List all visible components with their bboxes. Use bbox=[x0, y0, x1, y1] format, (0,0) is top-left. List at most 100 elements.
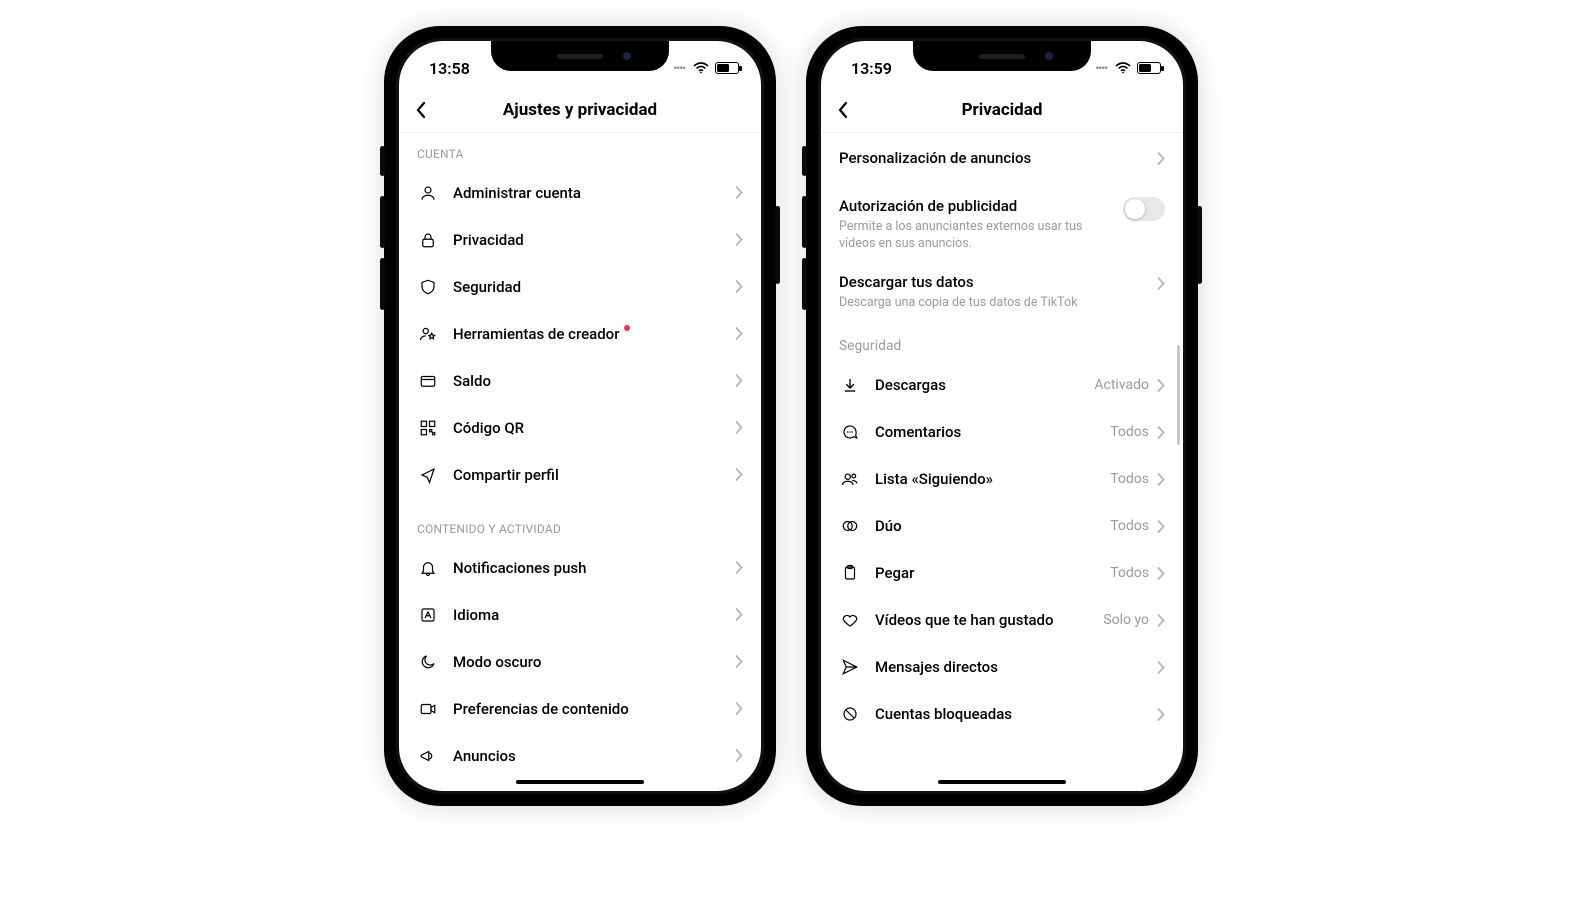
row-label: Herramientas de creador bbox=[453, 325, 735, 343]
notch bbox=[913, 41, 1091, 71]
qr-icon bbox=[417, 419, 439, 437]
row-label: Seguridad bbox=[453, 278, 735, 296]
chevron-right-icon bbox=[735, 702, 743, 715]
back-button[interactable] bbox=[399, 88, 443, 132]
list-row[interactable]: Herramientas de creador bbox=[399, 310, 761, 357]
list-row[interactable]: ComentariosTodos bbox=[821, 409, 1183, 456]
user-icon bbox=[417, 184, 439, 202]
chevron-right-icon bbox=[735, 327, 743, 340]
list-row[interactable]: Idioma bbox=[399, 591, 761, 638]
chevron-right-icon bbox=[1157, 708, 1165, 721]
list-row[interactable]: PegarTodos bbox=[821, 550, 1183, 597]
home-indicator[interactable] bbox=[938, 780, 1066, 785]
row-label: Anuncios bbox=[453, 747, 735, 765]
row-download-data[interactable]: Descargar tus datos Descarga una copia d… bbox=[821, 261, 1183, 324]
heart-icon bbox=[839, 611, 861, 629]
phone-left: 13:58 •••• Ajustes y privacidad CUENTA A… bbox=[384, 26, 776, 806]
nav-header: Ajustes y privacidad bbox=[399, 87, 761, 133]
row-value: Solo yo bbox=[1103, 612, 1149, 628]
list-row[interactable]: Notificaciones push bbox=[399, 544, 761, 591]
settings-list: CUENTA Administrar cuenta Privacidad Segur… bbox=[399, 133, 761, 791]
chevron-right-icon bbox=[1157, 661, 1165, 674]
row-label: Código QR bbox=[453, 419, 735, 437]
nav-header: Privacidad bbox=[821, 87, 1183, 133]
row-label: Comentarios bbox=[875, 423, 1110, 441]
mega-icon bbox=[417, 747, 439, 765]
list-row[interactable]: DescargasActivado bbox=[821, 362, 1183, 409]
battery-icon bbox=[1137, 62, 1161, 74]
section-title-content-activity: CONTENIDO Y ACTIVIDAD bbox=[399, 508, 761, 544]
list-row[interactable]: Seguridad bbox=[399, 263, 761, 310]
send-icon bbox=[839, 658, 861, 676]
row-label: Privacidad bbox=[453, 231, 735, 249]
row-label: Descargas bbox=[875, 376, 1094, 394]
list-row[interactable]: Vídeos que te han gustadoSolo yo bbox=[821, 597, 1183, 644]
chevron-right-icon bbox=[735, 233, 743, 246]
list-row[interactable]: Anuncios bbox=[399, 732, 761, 779]
chevron-right-icon bbox=[735, 608, 743, 621]
chevron-right-icon bbox=[735, 374, 743, 387]
row-ads-personalization[interactable]: Personalización de anuncios bbox=[821, 133, 1183, 183]
chevron-right-icon bbox=[735, 749, 743, 762]
row-ads-authorization[interactable]: Autorización de publicidad Permite a los… bbox=[821, 183, 1183, 261]
row-label: Vídeos que te han gustado bbox=[875, 611, 1103, 629]
row-label: Compartir perfil bbox=[453, 466, 735, 484]
chevron-left-icon bbox=[415, 101, 427, 119]
list-row[interactable]: Saldo bbox=[399, 357, 761, 404]
privacy-list: Personalización de anuncios Autorización… bbox=[821, 133, 1183, 791]
users-icon bbox=[839, 470, 861, 488]
row-label: Descargar tus datos bbox=[839, 273, 1157, 291]
list-row[interactable]: Cuentas bloqueadas bbox=[821, 691, 1183, 738]
row-value: Todos bbox=[1110, 471, 1149, 487]
row-label: Notificaciones push bbox=[453, 559, 735, 577]
row-label: Lista «Siguiendo» bbox=[875, 470, 1110, 488]
chevron-right-icon bbox=[1157, 379, 1165, 392]
list-row[interactable]: Código QR bbox=[399, 404, 761, 451]
cellular-icon: •••• bbox=[1095, 62, 1107, 75]
wifi-icon bbox=[1115, 62, 1131, 74]
notification-dot bbox=[624, 325, 630, 331]
chevron-left-icon bbox=[837, 101, 849, 119]
cellular-icon: •••• bbox=[673, 62, 685, 75]
home-indicator[interactable] bbox=[516, 780, 644, 785]
phone-right: 13:59 •••• Privacidad Personalización de… bbox=[806, 26, 1198, 806]
list-row[interactable]: Lista «Siguiendo»Todos bbox=[821, 456, 1183, 503]
video-icon bbox=[417, 700, 439, 718]
comment-icon bbox=[839, 423, 861, 441]
paste-icon bbox=[839, 564, 861, 582]
row-value: Todos bbox=[1110, 518, 1149, 534]
chevron-right-icon bbox=[735, 280, 743, 293]
list-row[interactable]: Compartir perfil bbox=[399, 451, 761, 498]
list-row[interactable]: Preferencias de contenido bbox=[399, 685, 761, 732]
list-row[interactable]: Administrar cuenta bbox=[399, 169, 761, 216]
chevron-right-icon bbox=[735, 186, 743, 199]
row-value: Todos bbox=[1110, 565, 1149, 581]
list-row[interactable]: DúoTodos bbox=[821, 503, 1183, 550]
user-star-icon bbox=[417, 325, 439, 343]
battery-icon bbox=[715, 62, 739, 74]
row-subtitle: Descarga una copia de tus datos de TikTo… bbox=[839, 291, 1157, 312]
chevron-right-icon bbox=[1157, 277, 1165, 290]
section-title-security: Seguridad bbox=[821, 324, 1183, 362]
chevron-right-icon bbox=[1157, 614, 1165, 627]
scrollbar-thumb[interactable] bbox=[1177, 345, 1180, 445]
duo-icon bbox=[839, 517, 861, 535]
wallet-icon bbox=[417, 372, 439, 390]
chevron-right-icon bbox=[1157, 426, 1165, 439]
row-label: Modo oscuro bbox=[453, 653, 735, 671]
share-icon bbox=[417, 466, 439, 484]
list-row[interactable]: Modo oscuro bbox=[399, 638, 761, 685]
download-icon bbox=[839, 376, 861, 394]
section-title-account: CUENTA bbox=[399, 133, 761, 169]
row-label: Mensajes directos bbox=[875, 658, 1157, 676]
chevron-right-icon bbox=[1157, 520, 1165, 533]
list-row[interactable]: Mensajes directos bbox=[821, 644, 1183, 691]
chevron-right-icon bbox=[735, 561, 743, 574]
wifi-icon bbox=[693, 62, 709, 74]
list-row[interactable]: Privacidad bbox=[399, 216, 761, 263]
back-button[interactable] bbox=[821, 88, 865, 132]
block-icon bbox=[839, 705, 861, 723]
row-value: Activado bbox=[1094, 377, 1149, 393]
toggle-ads-auth[interactable] bbox=[1123, 197, 1165, 221]
row-label: Personalización de anuncios bbox=[839, 149, 1157, 167]
